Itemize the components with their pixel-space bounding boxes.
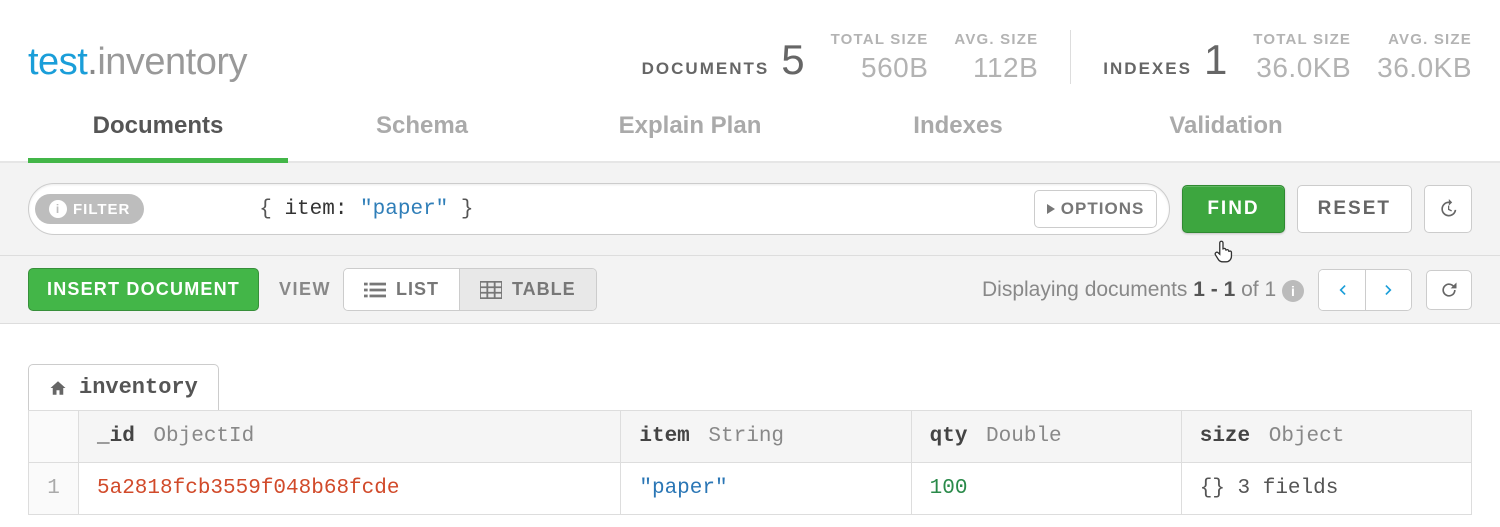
view-list-label: LIST	[396, 279, 439, 300]
view-label: VIEW	[279, 279, 331, 300]
doc-avg-size: AVG. SIZE 112B	[954, 31, 1038, 84]
stats-block: DOCUMENTS 5 TOTAL SIZE 560B AVG. SIZE 11…	[642, 30, 1472, 84]
idx-avg-size-value: 36.0KB	[1377, 52, 1472, 83]
view-table-label: TABLE	[512, 279, 576, 300]
indexes-count-label: INDEXES	[1103, 59, 1192, 79]
refresh-button[interactable]	[1426, 270, 1472, 310]
idx-total-size: TOTAL SIZE 36.0KB	[1253, 31, 1351, 84]
filter-pill: i FILTER	[35, 194, 144, 224]
pager-total: of 1	[1235, 278, 1282, 301]
view-list-button[interactable]: LIST	[344, 269, 459, 310]
options-label: OPTIONS	[1061, 199, 1145, 219]
idx-total-size-value: 36.0KB	[1256, 52, 1351, 83]
home-icon	[49, 379, 67, 397]
doc-avg-size-label: AVG. SIZE	[954, 31, 1038, 48]
doc-avg-size-value: 112B	[973, 52, 1038, 83]
chevron-right-icon	[1379, 280, 1399, 300]
reset-button[interactable]: RESET	[1297, 185, 1412, 233]
indexes-count: INDEXES 1	[1103, 36, 1227, 84]
filter-pill-label: FILTER	[73, 201, 130, 218]
find-button[interactable]: FIND	[1182, 185, 1284, 233]
table-icon	[480, 281, 502, 299]
namespace-db: test	[28, 41, 87, 83]
tab-explain-plan[interactable]: Explain Plan	[556, 98, 824, 161]
view-table-button[interactable]: TABLE	[459, 269, 596, 310]
namespace-dot: .	[87, 41, 97, 83]
col-name: item	[639, 425, 689, 448]
chevron-left-icon	[1332, 280, 1352, 300]
filter-input[interactable]	[144, 198, 1033, 221]
documents-count: DOCUMENTS 5	[642, 36, 805, 84]
pager-text: Displaying documents 1 - 1 of 1 i	[982, 278, 1304, 302]
pager: Displaying documents 1 - 1 of 1 i	[982, 269, 1472, 311]
documents-table: _id ObjectId item String qty Double size…	[28, 410, 1472, 515]
idx-total-size-label: TOTAL SIZE	[1253, 31, 1351, 48]
col-type: Double	[986, 425, 1062, 448]
col-name: qty	[930, 425, 968, 448]
col-header-qty[interactable]: qty Double	[911, 411, 1181, 463]
toolbar: INSERT DOCUMENT VIEW LIST TABLE Displayi…	[0, 256, 1500, 324]
cell-item[interactable]: "paper"	[621, 463, 911, 515]
col-name: _id	[97, 425, 135, 448]
list-icon	[364, 281, 386, 299]
documents-count-value: 5	[781, 36, 804, 84]
tab-validation[interactable]: Validation	[1092, 98, 1360, 161]
pager-range: 1 - 1	[1193, 278, 1235, 301]
doc-total-size-label: TOTAL SIZE	[831, 31, 929, 48]
insert-document-button[interactable]: INSERT DOCUMENT	[28, 268, 259, 311]
doc-total-size-value: 560B	[861, 52, 928, 83]
col-type: Object	[1269, 425, 1345, 448]
triangle-right-icon	[1047, 204, 1055, 214]
pager-prev-button[interactable]	[1319, 270, 1365, 310]
namespace-title: test.inventory	[28, 41, 247, 84]
row-number: 1	[29, 463, 79, 515]
tab-documents[interactable]: Documents	[28, 98, 288, 163]
stats-divider	[1070, 30, 1071, 84]
tab-schema[interactable]: Schema	[288, 98, 556, 161]
indexes-count-value: 1	[1204, 36, 1227, 84]
tab-indexes[interactable]: Indexes	[824, 98, 1092, 161]
header: test.inventory DOCUMENTS 5 TOTAL SIZE 56…	[0, 0, 1500, 98]
documents-count-label: DOCUMENTS	[642, 59, 770, 79]
options-button[interactable]: OPTIONS	[1034, 190, 1158, 228]
col-type: ObjectId	[153, 425, 254, 448]
cell-size[interactable]: {} 3 fields	[1181, 463, 1471, 515]
row-number-header	[29, 411, 79, 463]
breadcrumb-tab[interactable]: inventory	[28, 364, 219, 410]
table-row[interactable]: 1 5a2818fcb3559f048b68fcde "paper" 100 {…	[29, 463, 1472, 515]
breadcrumb-label: inventory	[79, 375, 198, 400]
cell-id[interactable]: 5a2818fcb3559f048b68fcde	[79, 463, 621, 515]
refresh-icon	[1439, 280, 1459, 300]
filter-box: i FILTER { item: "paper" } OPTIONS	[28, 183, 1170, 235]
cell-qty[interactable]: 100	[911, 463, 1181, 515]
col-name: size	[1200, 425, 1250, 448]
idx-avg-size-label: AVG. SIZE	[1377, 31, 1472, 48]
idx-avg-size: AVG. SIZE 36.0KB	[1377, 31, 1472, 84]
pager-prefix: Displaying documents	[982, 278, 1193, 301]
col-type: String	[708, 425, 784, 448]
doc-total-size: TOTAL SIZE 560B	[831, 31, 929, 84]
pager-info-icon[interactable]: i	[1282, 280, 1304, 302]
table-header-row: _id ObjectId item String qty Double size…	[29, 411, 1472, 463]
view-mode-segment: LIST TABLE	[343, 268, 597, 311]
info-icon: i	[49, 200, 67, 218]
namespace-collection: inventory	[97, 41, 247, 83]
history-icon	[1438, 199, 1458, 219]
content: inventory _id ObjectId item String qty D…	[0, 324, 1500, 525]
tabs: Documents Schema Explain Plan Indexes Va…	[0, 98, 1500, 163]
col-header-item[interactable]: item String	[621, 411, 911, 463]
pager-next-button[interactable]	[1365, 270, 1411, 310]
col-header-id[interactable]: _id ObjectId	[79, 411, 621, 463]
col-header-size[interactable]: size Object	[1181, 411, 1471, 463]
filter-bar: i FILTER { item: "paper" } OPTIONS FIND …	[0, 163, 1500, 256]
pager-nav	[1318, 269, 1412, 311]
history-button[interactable]	[1424, 185, 1472, 233]
